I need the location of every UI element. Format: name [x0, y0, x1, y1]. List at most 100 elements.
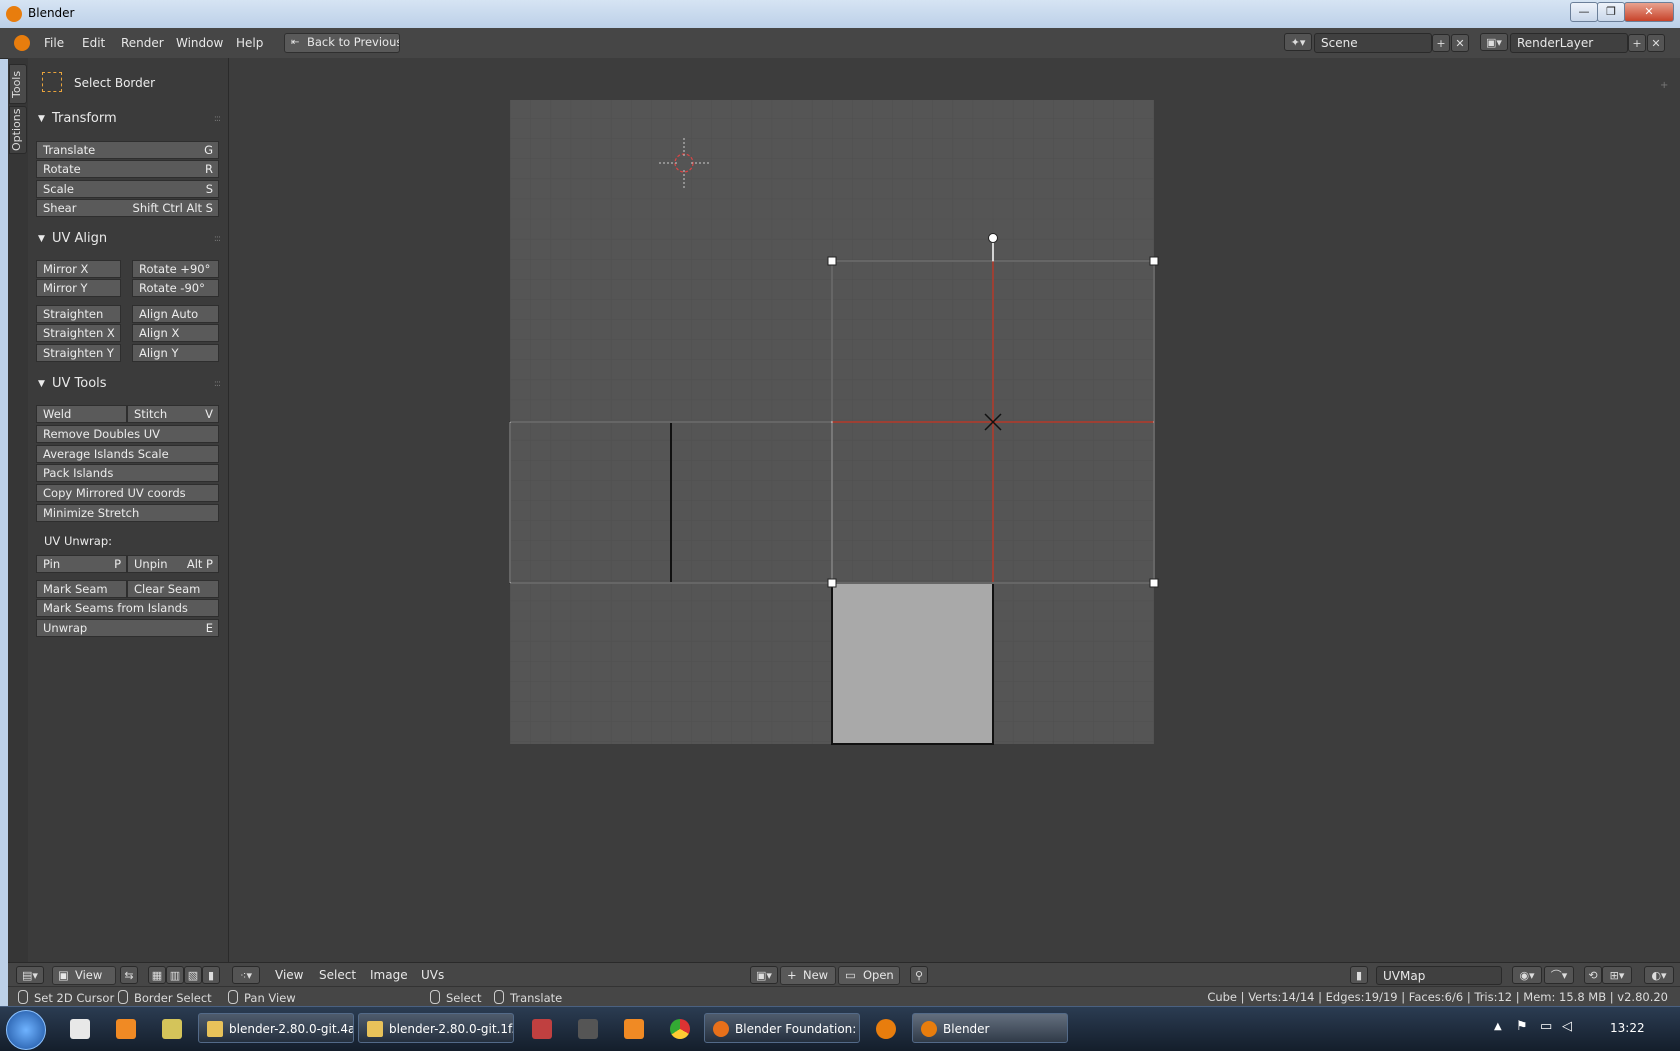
uv-canvas[interactable]: +: [229, 58, 1680, 962]
network-icon[interactable]: ▭: [1540, 1019, 1552, 1034]
flag-icon[interactable]: ⚑: [1516, 1019, 1528, 1034]
app-icon[interactable]: [532, 1019, 552, 1039]
minimize-button[interactable]: —: [1570, 2, 1598, 22]
blender-menu-icon[interactable]: [14, 35, 30, 51]
volume-icon[interactable]: ◁: [1562, 1019, 1572, 1034]
uv-tools-panel-header[interactable]: ▼ UV Tools :::: [28, 373, 228, 395]
menu-help[interactable]: Help: [236, 36, 263, 50]
minimize-stretch-button[interactable]: Minimize Stretch: [36, 504, 219, 522]
uvmap-field[interactable]: UVMap: [1376, 966, 1502, 985]
start-button-icon[interactable]: [6, 1010, 46, 1050]
renderlayer-remove-icon[interactable]: ✕: [1647, 34, 1665, 52]
edge-select-icon[interactable]: ▥: [166, 966, 184, 984]
open-image-button[interactable]: ▭ Open: [838, 966, 900, 985]
mirror-x-button[interactable]: Mirror X: [36, 260, 121, 278]
menu-file[interactable]: File: [44, 36, 64, 50]
clear-seam-button[interactable]: Clear Seam: [127, 580, 219, 598]
tab-tools[interactable]: Tools: [9, 64, 27, 104]
drag-grip-icon[interactable]: :::: [214, 228, 221, 250]
snap-element-icon[interactable]: ⊞▾: [1602, 966, 1632, 984]
scale-handle-tl[interactable]: [827, 256, 837, 266]
pin-image-icon[interactable]: ⚲: [910, 966, 928, 984]
sync-selection-icon[interactable]: ⇆: [120, 966, 138, 984]
renderlayer-field[interactable]: RenderLayer: [1510, 33, 1628, 53]
unwrap-button[interactable]: Unwrap E: [36, 619, 219, 637]
menu-view[interactable]: View: [275, 968, 303, 982]
taskbar-item-folder-2[interactable]: blender-2.80.0-git.1f...: [358, 1013, 514, 1043]
menu-select[interactable]: Select: [319, 968, 356, 982]
transform-panel-header[interactable]: ▼ Transform :::: [28, 108, 228, 130]
vlc-icon[interactable]: [624, 1019, 644, 1039]
renderlayer-browse-icon[interactable]: ▣▾: [1480, 33, 1508, 51]
pivot-point-icon[interactable]: ◉▾: [1512, 966, 1542, 984]
overlay-icon[interactable]: ◐▾: [1644, 966, 1674, 984]
menu-edit[interactable]: Edit: [82, 36, 105, 50]
new-image-button[interactable]: + New: [780, 966, 836, 985]
menu-image[interactable]: Image: [370, 968, 408, 982]
face-select-icon[interactable]: ▧: [184, 966, 202, 984]
scale-handle-bl[interactable]: [827, 578, 837, 588]
blender-icon[interactable]: [876, 1019, 896, 1039]
rotate-minus-90-button[interactable]: Rotate -90°: [132, 279, 219, 297]
maximize-button[interactable]: ❐: [1597, 2, 1625, 22]
shear-button[interactable]: Shear Shift Ctrl Alt S: [36, 199, 219, 217]
vertex-select-icon[interactable]: ▦: [148, 966, 166, 984]
rotate-button[interactable]: Rotate R: [36, 160, 219, 178]
drag-grip-icon[interactable]: :::: [214, 373, 221, 395]
align-y-button[interactable]: Align Y: [132, 344, 219, 362]
translate-button[interactable]: Translate G: [36, 141, 219, 159]
app-icon[interactable]: [578, 1019, 598, 1039]
weld-button[interactable]: Weld: [36, 405, 127, 423]
straighten-y-button[interactable]: Straighten Y: [36, 344, 121, 362]
tray-expand-icon[interactable]: ▲: [1494, 1021, 1502, 1032]
pin-button[interactable]: Pin P: [36, 555, 127, 573]
uv-align-panel-header[interactable]: ▼ UV Align :::: [28, 228, 228, 250]
stitch-button[interactable]: Stitch V: [127, 405, 219, 423]
taskbar-item-folder-1[interactable]: blender-2.80.0-git.4a...: [198, 1013, 354, 1043]
notepad-icon[interactable]: [162, 1019, 182, 1039]
lock-icon[interactable]: ▮: [1350, 966, 1368, 984]
taskbar-item-firefox[interactable]: Blender Foundation: ...: [704, 1013, 860, 1043]
scale-handle-tr[interactable]: [1149, 256, 1159, 266]
scene-browse-icon[interactable]: ✦▾: [1284, 33, 1312, 51]
media-player-icon[interactable]: [116, 1019, 136, 1039]
scale-button[interactable]: Scale S: [36, 180, 219, 198]
rotate-plus-90-button[interactable]: Rotate +90°: [132, 260, 219, 278]
straighten-button[interactable]: Straighten: [36, 305, 121, 323]
scale-handle-br[interactable]: [1149, 578, 1159, 588]
straighten-x-button[interactable]: Straighten X: [36, 324, 121, 342]
chrome-icon[interactable]: [670, 1019, 690, 1039]
scene-field[interactable]: Scene: [1314, 33, 1432, 53]
uv-editor-viewport[interactable]: +: [229, 58, 1680, 962]
mirror-y-button[interactable]: Mirror Y: [36, 279, 121, 297]
rotate-handle[interactable]: [988, 233, 998, 243]
clock[interactable]: 13:22: [1610, 1021, 1645, 1035]
average-islands-scale-button[interactable]: Average Islands Scale: [36, 445, 219, 463]
scene-add-icon[interactable]: +: [1432, 34, 1450, 52]
image-browse-icon[interactable]: ▣▾: [750, 966, 778, 984]
menu-window[interactable]: Window: [176, 36, 223, 50]
region-toggle-icon[interactable]: +: [1660, 80, 1668, 91]
snap-icon[interactable]: ⟲: [1584, 966, 1602, 984]
remove-doubles-uv-button[interactable]: Remove Doubles UV: [36, 425, 219, 443]
proportional-edit-icon[interactable]: ⌒▾: [1544, 966, 1574, 984]
close-button[interactable]: ✕: [1624, 2, 1674, 22]
copy-mirrored-uv-button[interactable]: Copy Mirrored UV coords: [36, 484, 219, 502]
tab-options[interactable]: Options: [9, 106, 27, 154]
menu-uvs[interactable]: UVs: [421, 968, 444, 982]
taskbar-item-blender[interactable]: Blender: [912, 1013, 1068, 1043]
uv-face-active[interactable]: [832, 583, 993, 744]
active-tool-label[interactable]: Select Border: [74, 76, 155, 90]
mark-seams-from-islands-button[interactable]: Mark Seams from Islands: [36, 599, 219, 617]
back-to-previous-button[interactable]: ⇤ Back to Previous: [284, 33, 400, 53]
view-mode-dropdown[interactable]: ▣ View: [52, 966, 116, 985]
align-auto-button[interactable]: Align Auto: [132, 305, 219, 323]
renderlayer-add-icon[interactable]: +: [1628, 34, 1646, 52]
editor-type-icon[interactable]: ▤▾: [16, 966, 44, 984]
mark-seam-button[interactable]: Mark Seam: [36, 580, 127, 598]
select-border-icon[interactable]: [42, 72, 62, 92]
menu-render[interactable]: Render: [121, 36, 164, 50]
sticky-select-icon[interactable]: ⁖▾: [232, 966, 260, 984]
scene-remove-icon[interactable]: ✕: [1451, 34, 1469, 52]
unpin-button[interactable]: Unpin Alt P: [127, 555, 219, 573]
